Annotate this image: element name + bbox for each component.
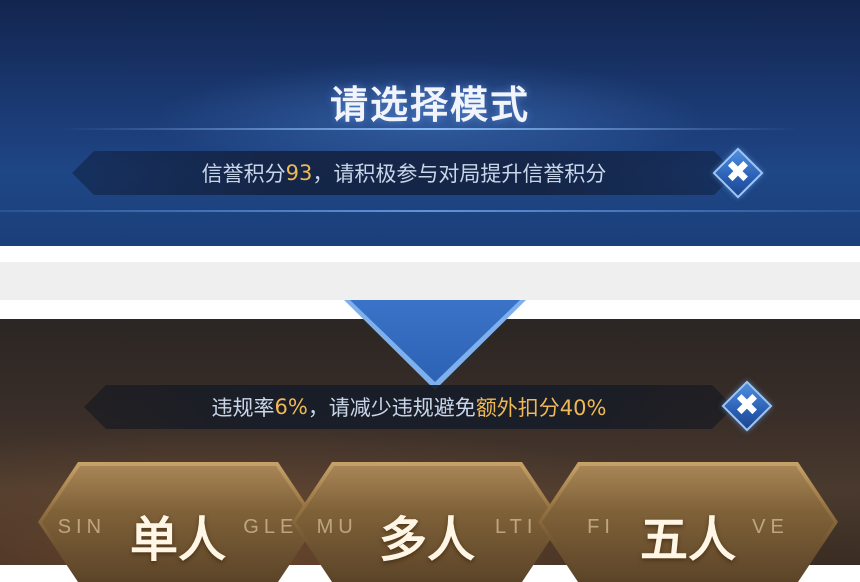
screenshot-separator xyxy=(0,262,860,300)
mode-single-button[interactable]: SIN GLE 单人 xyxy=(38,462,318,582)
close-icon: ✖ xyxy=(734,388,760,423)
mode-five-button[interactable]: FI VE 五人 xyxy=(538,462,838,582)
page-title: 请选择模式 xyxy=(329,83,530,127)
close-violation-button[interactable]: ✖ xyxy=(721,380,773,432)
violation-rate-value: 6% xyxy=(274,395,308,419)
violation-message: ，请减少违规避免 xyxy=(307,396,476,420)
mode-single-label: 单人 xyxy=(129,512,226,568)
close-notice-button[interactable]: ✖ xyxy=(712,147,764,199)
violation-notice: 违规率 6% ，请减少违规避免 额外扣分40% xyxy=(84,385,734,429)
panel-divider xyxy=(0,210,860,212)
title-divider xyxy=(60,128,800,130)
close-icon: ✖ xyxy=(725,155,751,190)
mode-multi-button[interactable]: MU LTI 多人 xyxy=(292,462,562,582)
top-panel: 请选择模式 信誉积分 93 ，请积极参与对局提升信誉积分 ✖ xyxy=(0,0,860,246)
mode-multi-label: 多人 xyxy=(378,512,475,568)
credit-score-value: 93 xyxy=(285,161,313,185)
credit-score-message: ，请积极参与对局提升信誉积分 xyxy=(312,162,607,186)
mode-five-label: 五人 xyxy=(639,512,736,568)
credit-score-notice: 信誉积分 93 ，请积极参与对局提升信誉积分 xyxy=(72,151,736,195)
credit-score-label: 信誉积分 xyxy=(201,162,286,186)
violation-penalty: 额外扣分40% xyxy=(475,396,607,420)
violation-rate-label: 违规率 xyxy=(211,396,275,420)
